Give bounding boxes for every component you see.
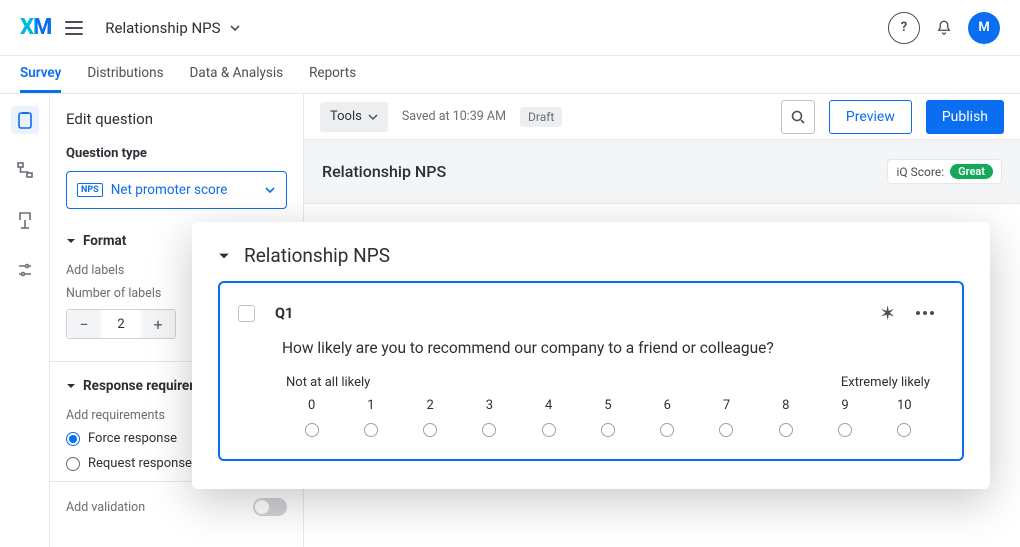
- preview-button[interactable]: Preview: [829, 100, 912, 134]
- scale-value-label: 2: [427, 398, 434, 413]
- tab-distributions[interactable]: Distributions: [87, 56, 163, 93]
- scale-radio[interactable]: [482, 423, 496, 437]
- scale-value-label: 7: [723, 398, 730, 413]
- rail-flow-icon[interactable]: [11, 156, 39, 184]
- scale-low-label: Not at all likely: [286, 375, 370, 390]
- canvas-toolbar: Tools Saved at 10:39 AM Draft Preview Pu…: [304, 94, 1020, 140]
- radio-unchecked-icon: [66, 457, 80, 471]
- rail-builder-icon[interactable]: [11, 106, 39, 134]
- caret-down-icon: [66, 236, 76, 246]
- question-type-select[interactable]: NPS Net promoter score: [66, 171, 287, 209]
- scale-value-label: 0: [308, 398, 315, 413]
- scale-value-label: 10: [897, 398, 912, 413]
- scale-value-label: 1: [367, 398, 374, 413]
- caret-down-icon: [218, 250, 230, 262]
- block-header[interactable]: Relationship NPS: [218, 244, 964, 267]
- scale-high-label: Extremely likely: [841, 375, 930, 390]
- scale-option-7: 7: [697, 398, 756, 437]
- question-type-value: Net promoter score: [111, 182, 228, 198]
- saved-at-label: Saved at 10:39 AM: [402, 109, 506, 124]
- scale-value-label: 4: [545, 398, 552, 413]
- menu-icon[interactable]: [65, 21, 83, 35]
- block-title: Relationship NPS: [244, 244, 390, 267]
- search-icon: [790, 109, 806, 125]
- notifications-icon[interactable]: [928, 12, 960, 44]
- scale-option-8: 8: [756, 398, 815, 437]
- scale-radio[interactable]: [423, 423, 437, 437]
- canvas-header: Relationship NPS iQ Score: Great: [304, 140, 1020, 204]
- scale-radio[interactable]: [719, 423, 733, 437]
- left-rail: [0, 94, 50, 547]
- tabs: Survey Distributions Data & Analysis Rep…: [0, 56, 1020, 94]
- add-validation-row: Add validation: [66, 498, 287, 516]
- nps-scale: Not at all likely Extremely likely 0 1 2 3 4…: [282, 375, 934, 437]
- scale-radio[interactable]: [542, 423, 556, 437]
- tab-reports[interactable]: Reports: [309, 56, 356, 93]
- scale-radio[interactable]: [660, 423, 674, 437]
- topbar: XM Relationship NPS ? M: [0, 0, 1020, 56]
- publish-button[interactable]: Publish: [926, 100, 1004, 134]
- edit-title: Edit question: [66, 110, 287, 128]
- draft-status-pill: Draft: [520, 107, 562, 127]
- scale-option-6: 6: [638, 398, 697, 437]
- scale-value-label: 8: [782, 398, 789, 413]
- project-picker[interactable]: Relationship NPS: [105, 19, 240, 37]
- stepper-minus[interactable]: −: [67, 310, 101, 338]
- scale-value-label: 6: [664, 398, 671, 413]
- scale-option-1: 1: [341, 398, 400, 437]
- tab-data-analysis[interactable]: Data & Analysis: [190, 56, 284, 93]
- scale-radio[interactable]: [364, 423, 378, 437]
- scale-radio[interactable]: [838, 423, 852, 437]
- question-card[interactable]: Q1 ✶ How likely are you to recommend our…: [218, 281, 964, 461]
- scale-radio[interactable]: [305, 423, 319, 437]
- scale-value-label: 5: [604, 398, 611, 413]
- tools-button[interactable]: Tools: [320, 102, 388, 132]
- scale-option-10: 10: [875, 398, 934, 437]
- num-labels-stepper: − 2 +: [66, 309, 176, 339]
- stepper-value: 2: [101, 317, 141, 332]
- add-validation-label: Add validation: [66, 500, 145, 515]
- rail-options-icon[interactable]: [11, 256, 39, 284]
- scale-option-2: 2: [401, 398, 460, 437]
- scale-radio[interactable]: [897, 423, 911, 437]
- help-icon[interactable]: ?: [888, 12, 920, 44]
- scale-value-label: 3: [486, 398, 493, 413]
- survey-title: Relationship NPS: [322, 162, 446, 181]
- question-type-label: Question type: [66, 146, 287, 161]
- tab-survey[interactable]: Survey: [20, 56, 61, 93]
- question-text[interactable]: How likely are you to recommend our comp…: [282, 339, 934, 357]
- radio-checked-icon: [66, 432, 80, 446]
- rail-look-icon[interactable]: [11, 206, 39, 234]
- validation-toggle[interactable]: [253, 498, 287, 516]
- expertreview-star-icon[interactable]: ✶: [879, 301, 896, 325]
- scale-option-3: 3: [460, 398, 519, 437]
- survey-search-button[interactable]: [781, 100, 815, 134]
- question-type-badge: NPS: [77, 183, 103, 197]
- scale-option-0: 0: [282, 398, 341, 437]
- chevron-down-icon: [264, 184, 276, 196]
- user-avatar[interactable]: M: [968, 12, 1000, 44]
- chevron-down-icon: [368, 112, 378, 122]
- scale-option-4: 4: [519, 398, 578, 437]
- caret-down-icon: [66, 381, 76, 391]
- iq-score[interactable]: iQ Score: Great: [887, 159, 1002, 184]
- scale-radio[interactable]: [601, 423, 615, 437]
- scale-value-label: 9: [841, 398, 848, 413]
- iq-score-badge: Great: [950, 164, 993, 179]
- scale-radio[interactable]: [779, 423, 793, 437]
- scale-option-9: 9: [815, 398, 874, 437]
- stepper-plus[interactable]: +: [141, 310, 175, 338]
- scale-option-5: 5: [578, 398, 637, 437]
- chevron-down-icon: [229, 22, 241, 34]
- question-number: Q1: [275, 305, 293, 322]
- question-select-checkbox[interactable]: [238, 305, 255, 322]
- question-block-card: Relationship NPS Q1 ✶ How likely are you…: [192, 222, 990, 489]
- question-more-icon[interactable]: [916, 311, 934, 315]
- logo: XM: [20, 15, 51, 40]
- project-name: Relationship NPS: [105, 19, 220, 37]
